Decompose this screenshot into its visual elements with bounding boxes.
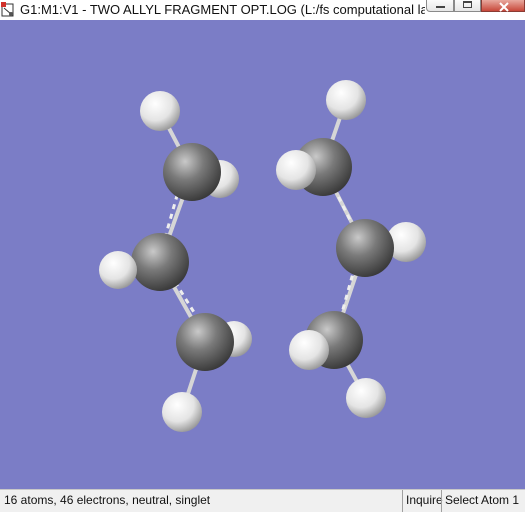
hydrogen-atom[interactable] [276, 150, 316, 190]
carbon-atom[interactable] [336, 219, 394, 277]
carbon-atom[interactable] [176, 313, 234, 371]
hydrogen-atom[interactable] [346, 378, 386, 418]
hydrogen-atom[interactable] [99, 251, 137, 289]
select-atom-status: Select Atom 1 [441, 490, 525, 512]
molecule-viewport[interactable] [0, 20, 525, 489]
hydrogen-atom[interactable] [162, 392, 202, 432]
carbon-atom[interactable] [131, 233, 189, 291]
close-button[interactable] [481, 0, 525, 12]
hydrogen-atom[interactable] [140, 91, 180, 131]
window-title: G1:M1:V1 - TWO ALLYL FRAGMENT OPT.LOG (L… [20, 2, 425, 17]
gaussview-app-icon[interactable] [1, 2, 16, 17]
inquire-status[interactable]: Inquire [402, 490, 443, 512]
molecule-canvas[interactable] [0, 20, 525, 489]
hydrogen-atom[interactable] [289, 330, 329, 370]
close-icon [499, 2, 509, 12]
title-bar[interactable]: G1:M1:V1 - TWO ALLYL FRAGMENT OPT.LOG (L… [0, 0, 525, 20]
maximize-button[interactable] [454, 0, 481, 12]
molecule-summary: 16 atoms, 46 electrons, neutral, singlet [4, 493, 211, 507]
partial-bond-group [161, 184, 357, 326]
hydrogen-atom[interactable] [326, 80, 366, 120]
carbon-atom[interactable] [163, 143, 221, 201]
minimize-button[interactable] [426, 0, 454, 12]
status-bar: 16 atoms, 46 electrons, neutral, singlet… [0, 489, 525, 512]
